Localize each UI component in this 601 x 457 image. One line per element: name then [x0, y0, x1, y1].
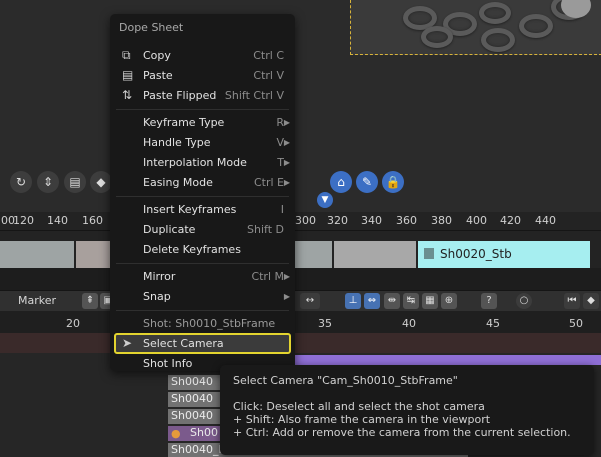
submenu-arrow-icon: ▶ [283, 118, 290, 127]
transform-gizmo-icon[interactable]: ⌂ [330, 171, 352, 193]
tooltip-line: Click: Deselect all and select the shot … [233, 400, 485, 413]
timeline-ruler-bottom[interactable]: 20 35 40 45 50 [0, 311, 601, 333]
paste-flipped-icon: ⇅ [122, 88, 133, 102]
menu-item-mirror[interactable]: Mirror Ctrl M ▶ [114, 267, 291, 286]
menu-item-insert-keyframes[interactable]: Insert Keyframes I [114, 200, 291, 219]
dropdown-arrow-icon[interactable]: ▼ [317, 192, 333, 208]
sequence-strip[interactable] [295, 241, 332, 268]
ruler-tick: 160 [82, 214, 103, 227]
tooltip-line: + Ctrl: Add or remove the camera from th… [233, 426, 571, 439]
ruler-tick: 40 [402, 317, 416, 330]
camera-icon: ● [171, 427, 181, 440]
ruler-tick: 50 [569, 317, 583, 330]
frame-select-icon[interactable]: ▦ [422, 293, 438, 309]
menu-item-copy[interactable]: ⧉ Copy Ctrl C [114, 46, 291, 65]
menu-item-select-camera[interactable]: ➤ Select Camera [114, 333, 291, 354]
submenu-arrow-icon: ▶ [283, 138, 290, 147]
menu-item-interpolation-mode[interactable]: Interpolation Mode T ▶ [114, 153, 291, 172]
tooltip-line: + Shift: Also frame the camera in the vi… [233, 413, 491, 426]
help-icon[interactable]: ? [481, 293, 497, 309]
menu-item-delete-keyframes[interactable]: Delete Keyframes [114, 240, 291, 259]
ruler-tick: 20 [66, 317, 80, 330]
menu-item-snap[interactable]: Snap ▶ [114, 287, 291, 306]
image-strip-icon [424, 248, 434, 259]
jump-start-icon[interactable]: ⏮ [564, 293, 580, 309]
dope-sheet-header: Marker ⇞ ▣ ↔ ⊥ ⇔ ⇹ ↹ ▦ ⊕ ? ○ ⏮ ◆ [0, 290, 601, 312]
frame-arrows-icon[interactable]: ↔ [300, 293, 320, 309]
paste-icon: ▤ [122, 68, 134, 82]
record-icon[interactable]: ○ [516, 293, 532, 309]
ruler-tick: 320 [327, 214, 348, 227]
submenu-arrow-icon: ▶ [283, 272, 290, 281]
menu-separator [116, 263, 289, 264]
strip-label: Sh0020_Stb [440, 247, 512, 261]
copy-icon: ⧉ [122, 48, 131, 62]
book-icon[interactable]: ▤ [64, 171, 86, 193]
rotate-icon[interactable]: ↻ [10, 171, 32, 193]
sequence-strip-sh0020[interactable]: Sh0020_Stb [418, 241, 590, 268]
dope-sheet-context-menu: Dope Sheet ⧉ Copy Ctrl C ▤ Paste Ctrl V … [110, 14, 295, 371]
keyframe-icon[interactable]: ◆ [90, 171, 112, 193]
snap-icon[interactable]: ⊥ [345, 293, 361, 309]
ruler-tick: 140 [47, 214, 68, 227]
sequence-strip[interactable] [76, 241, 110, 268]
submenu-arrow-icon: ▶ [283, 178, 290, 187]
pencil-icon[interactable]: ✎ [356, 171, 378, 193]
timeline-ruler-top[interactable]: 100 120 140 160 300 320 340 360 380 400 … [0, 212, 601, 231]
submenu-arrow-icon: ▶ [283, 292, 290, 301]
ruler-tick: 300 [295, 214, 316, 227]
move-strip-icon[interactable]: ⇔ [364, 293, 380, 309]
ruler-tick: 120 [13, 214, 34, 227]
menu-item-keyframe-type[interactable]: Keyframe Type R ▶ [114, 113, 291, 132]
ruler-tick: 380 [431, 214, 452, 227]
menu-separator [116, 109, 289, 110]
menu-label-shot: Shot: Sh0010_StbFrame [143, 317, 276, 330]
sequence-strip[interactable] [334, 241, 416, 268]
ruler-tick: 35 [318, 317, 332, 330]
submenu-arrow-icon: ▶ [283, 158, 290, 167]
marker-menu[interactable]: Marker [18, 294, 56, 307]
split-icon[interactable]: ↹ [403, 293, 419, 309]
tooltip-select-camera: Select Camera "Cam_Sh0010_StbFrame" Clic… [220, 365, 594, 455]
camera-frame-preview [350, 0, 601, 55]
ruler-tick: 420 [500, 214, 521, 227]
menu-separator [116, 310, 289, 311]
menu-item-handle-type[interactable]: Handle Type V ▶ [114, 133, 291, 152]
menu-separator [116, 196, 289, 197]
ruler-tick: 360 [396, 214, 417, 227]
filter-icon[interactable]: ⇞ [82, 293, 98, 309]
transform-icon[interactable]: ⇕ [37, 171, 59, 193]
zoom-icon[interactable]: ⊕ [441, 293, 457, 309]
ruler-tick: 440 [535, 214, 556, 227]
menu-title: Dope Sheet [119, 21, 184, 34]
menu-item-easing-mode[interactable]: Easing Mode Ctrl E ▶ [114, 173, 291, 192]
menu-item-duplicate[interactable]: Duplicate Shift D [114, 220, 291, 239]
sequence-strip[interactable] [0, 241, 74, 268]
lock-icon[interactable]: 🔒 [382, 171, 404, 193]
expand-icon[interactable]: ⇹ [384, 293, 400, 309]
cursor-icon: ➤ [122, 336, 133, 350]
ruler-tick: 340 [361, 214, 382, 227]
ruler-tick: 45 [486, 317, 500, 330]
menu-item-paste[interactable]: ▤ Paste Ctrl V [114, 66, 291, 85]
ruler-tick: 400 [466, 214, 487, 227]
menu-item-paste-flipped[interactable]: ⇅ Paste Flipped Shift Ctrl V [114, 86, 291, 105]
keyframe-jump-icon[interactable]: ◆ [583, 293, 599, 309]
sequence-strip-row: Sh0020_Stb [0, 241, 601, 268]
tooltip-title: Select Camera "Cam_Sh0010_StbFrame" [233, 374, 458, 387]
